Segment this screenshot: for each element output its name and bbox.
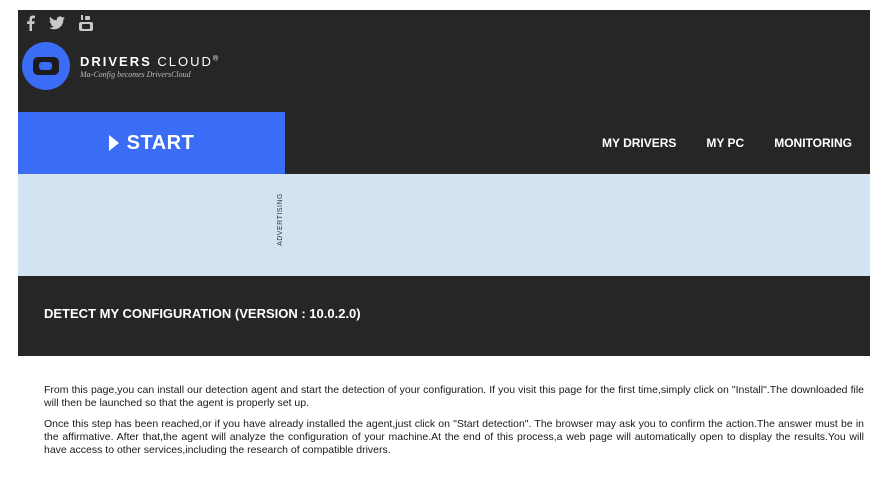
brand-name: DRIVERS CLOUD® [80,53,221,69]
section-header: DETECT MY CONFIGURATION (VERSION : 10.0.… [18,276,870,356]
start-button[interactable]: START [18,112,285,174]
advertising-label: ADVERTISING [276,193,284,246]
brand-logo[interactable]: DRIVERS CLOUD® Ma-Config becomes Drivers… [22,42,220,90]
play-arrow-icon [108,135,119,151]
logo-icon [22,42,70,90]
site-header: DRIVERS CLOUD® Ma-Config becomes Drivers… [18,10,870,112]
advertising-banner: ADVERTISING [18,174,870,276]
nav-my-drivers[interactable]: MY DRIVERS [602,136,676,150]
nav-monitoring[interactable]: MONITORING [774,136,852,150]
intro-paragraph-1: From this page,you can install our detec… [44,384,864,409]
nav-my-pc[interactable]: MY PC [706,136,744,150]
youtube-icon[interactable] [79,15,93,31]
nav-links: MY DRIVERS MY PC MONITORING [602,112,852,174]
brand-text: DRIVERS CLOUD® Ma-Config becomes Drivers… [80,54,220,79]
main-nav: START MY DRIVERS MY PC MONITORING [18,112,870,174]
section-title: DETECT MY CONFIGURATION (VERSION : 10.0.… [44,306,361,321]
brand-tagline: Ma-Config becomes DriversCloud [80,69,191,79]
start-label: START [126,131,195,154]
intro-text: From this page,you can install our detec… [44,384,864,457]
social-links [26,12,93,34]
page: DRIVERS CLOUD® Ma-Config becomes Drivers… [0,0,870,504]
intro-paragraph-2: Once this step has been reached,or if yo… [44,418,864,456]
twitter-icon[interactable] [49,16,65,30]
facebook-icon[interactable] [26,15,35,31]
